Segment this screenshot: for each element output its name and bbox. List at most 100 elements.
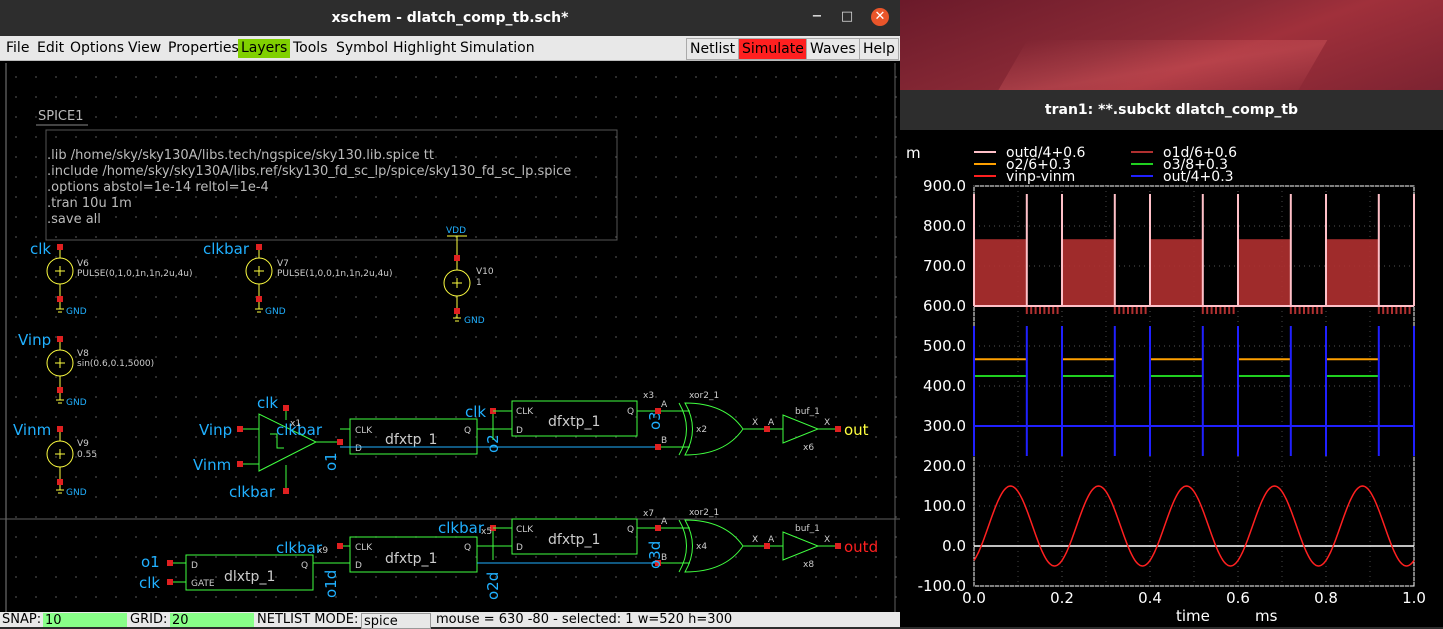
x-tick-label: 0.0 xyxy=(962,589,986,607)
chart-series xyxy=(973,194,1415,567)
close-icon[interactable]: ✕ xyxy=(871,8,889,26)
simulate-button[interactable]: Simulate xyxy=(738,38,808,60)
dff-row2-1[interactable]: CLK D Q dfxtp_1 clkbar o1d xyxy=(276,536,493,598)
menu-view[interactable]: View xyxy=(125,39,164,58)
net-outd: outd xyxy=(844,538,878,556)
pin-x: X xyxy=(824,535,830,545)
netlist-button[interactable]: Netlist xyxy=(686,38,740,60)
x-axis-label: time xyxy=(1176,607,1210,625)
pin-q: Q xyxy=(464,543,471,553)
menu-simulation[interactable]: Simulation xyxy=(457,39,538,58)
net-clk: clk xyxy=(465,403,486,421)
pin-clk: CLK xyxy=(516,525,534,535)
v6-value: PULSE(0,1,0,1n,1n,2u,4u) xyxy=(77,269,193,279)
spice-line-2: .include /home/sky/sky130A/libs.ref/sky1… xyxy=(47,164,571,179)
comparator-x1[interactable]: Vinp Vinm clk clkbar clkbar x1 o1 xyxy=(193,394,343,501)
y-tick-label: 600.0 xyxy=(923,297,966,315)
xor-inst: x2 xyxy=(696,425,707,435)
menu-properties[interactable]: Properties xyxy=(165,39,242,58)
pin-d: D xyxy=(191,561,198,571)
source-v10[interactable]: VDD V10 1 GND xyxy=(443,226,494,326)
buf-row2[interactable]: A X buf_1 x8 outd xyxy=(768,524,878,570)
schematic-canvas[interactable]: SPICE1 .lib /home/sky/sky130A/libs.tech/… xyxy=(0,61,900,612)
ff-inst-x7: x7 xyxy=(643,509,654,519)
menu-file[interactable]: File xyxy=(3,39,32,58)
dff-row2-2[interactable]: CLK D Q dfxtp_1 clkbar x5 x7 o2d xyxy=(438,509,658,600)
net-label-vinm: Vinm xyxy=(13,421,51,439)
series-o1d-band xyxy=(1150,239,1203,306)
source-v7[interactable]: clkbar V7 PULSE(1,0,0,1n,1n,2u,4u) GND xyxy=(203,240,393,317)
menu-edit[interactable]: Edit xyxy=(34,39,67,58)
xor-inst: x4 xyxy=(696,542,707,552)
waveform-titlebar[interactable]: tran1: **.subckt dlatch_comp_tb xyxy=(900,90,1443,130)
y-tick-label: 700.0 xyxy=(923,257,966,275)
help-button[interactable]: Help xyxy=(859,38,899,60)
dff-row1-1[interactable]: CLK D Q dfxtp_1 o2 xyxy=(340,418,502,455)
net-o1d: o1d xyxy=(322,570,340,598)
series-o1d-band xyxy=(1238,239,1291,306)
source-v9[interactable]: Vinm V9 0.55 GND xyxy=(13,421,97,498)
menu-tools[interactable]: Tools xyxy=(290,39,331,58)
statusbar: SNAP: 10 GRID: 20 NETLIST MODE: spice mo… xyxy=(0,612,900,629)
net-o2d: o2d xyxy=(484,572,502,600)
minimize-icon[interactable]: − xyxy=(808,8,826,26)
buf-cell: buf_1 xyxy=(795,407,820,417)
spice-code-block[interactable]: SPICE1 .lib /home/sky/sky130A/libs.tech/… xyxy=(36,109,618,241)
maximize-icon[interactable]: □ xyxy=(838,8,856,26)
pin-a: A xyxy=(768,418,775,428)
x-tick-label: 0.6 xyxy=(1226,589,1250,607)
pin-clk: CLK xyxy=(355,426,373,436)
y-tick-label: 400.0 xyxy=(923,377,966,395)
gnd-label: GND xyxy=(66,398,87,408)
dff-row1-2[interactable]: CLK D Q dfxtp_1 x3 clk o3 xyxy=(465,391,664,440)
xor-row2[interactable]: A B xor2_1 x4 X o3d xyxy=(646,508,783,573)
net-label-clkbar: clkbar xyxy=(203,240,250,258)
pin-a: A xyxy=(768,535,775,545)
menu-layers[interactable]: Layers xyxy=(238,39,291,58)
legend-label: out/4+0.3 xyxy=(1163,169,1234,185)
buf-row1[interactable]: A X buf_1 x6 out xyxy=(768,407,869,453)
xschem-titlebar[interactable]: xschem - dlatch_comp_tb.sch* − □ ✕ xyxy=(0,0,900,35)
y-tick-label: 200.0 xyxy=(923,457,966,475)
snap-field[interactable]: 10 xyxy=(43,613,127,628)
v7-value: PULSE(1,0,0,1n,1n,2u,4u) xyxy=(277,269,393,279)
spice-line-3: .options abstol=1e-14 reltol=1e-4 xyxy=(47,180,269,195)
series-o2603 xyxy=(974,358,1414,427)
x-tick-label: 0.8 xyxy=(1314,589,1338,607)
net-o1: o1 xyxy=(322,452,340,471)
y-tick-label: -100.0 xyxy=(918,577,966,595)
latch-cell: dlxtp_1 xyxy=(224,569,275,585)
net-clkbar: clkbar xyxy=(276,539,323,557)
series-o1d-band xyxy=(1062,239,1115,306)
y-unit: m xyxy=(906,144,921,162)
pin-x: X xyxy=(752,418,758,428)
x-tick-label: 0.4 xyxy=(1138,589,1162,607)
gnd-label: GND xyxy=(66,488,87,498)
xor-cell: xor2_1 xyxy=(689,508,719,518)
source-v6[interactable]: clk V6 PULSE(0,1,0,1n,1n,2u,4u) GND xyxy=(30,240,193,317)
v9-name: V9 xyxy=(77,439,89,449)
menu-options[interactable]: Options xyxy=(67,39,127,58)
grid-field[interactable]: 20 xyxy=(170,613,254,628)
waveform-viewer[interactable]: m outd/4+0.6 o1d/6+0.6 o2/6+0.3 o3/8+0.3 vin… xyxy=(900,130,1443,627)
xor-row1[interactable]: A B xor2_1 x2 X xyxy=(655,391,783,456)
x-tick-label: 0.2 xyxy=(1050,589,1074,607)
v8-name: V8 xyxy=(77,349,89,359)
net-out: out xyxy=(844,421,869,439)
waves-button[interactable]: Waves xyxy=(806,38,860,60)
y-tick-label: 0.0 xyxy=(942,537,966,555)
grid-label: GRID: xyxy=(130,612,168,627)
window-title: xschem - dlatch_comp_tb.sch* xyxy=(331,9,569,26)
netlist-mode-label: NETLIST MODE: xyxy=(257,612,359,627)
pin-x: X xyxy=(752,535,758,545)
cell-name: dfxtp_1 xyxy=(548,532,600,548)
comp-in-p: Vinp xyxy=(199,421,232,439)
menu-symbol[interactable]: Symbol xyxy=(333,39,391,58)
source-v8[interactable]: Vinp V8 sin(0.6,0.1,5000) GND xyxy=(18,331,154,408)
gnd-label: GND xyxy=(265,307,286,317)
cell-name: dfxtp_1 xyxy=(548,414,600,430)
menu-highlight[interactable]: Highlight xyxy=(390,39,459,58)
gnd-label: GND xyxy=(66,307,87,317)
x-axis: 0.0 0.2 0.4 0.6 0.8 1.0 xyxy=(962,589,1426,607)
series-o1d-band xyxy=(1326,239,1379,306)
